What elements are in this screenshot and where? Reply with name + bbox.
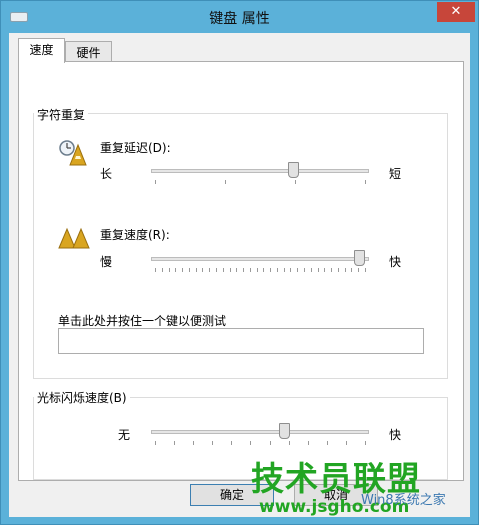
cursor-blink-slider[interactable] bbox=[151, 423, 369, 453]
repeat-rate-tick bbox=[284, 268, 285, 272]
repeat-rate-tick bbox=[331, 268, 332, 272]
test-area-label: 单击此处并按住一个键以便测试 bbox=[58, 314, 227, 328]
repeat-rate-label: 重复速度(R): bbox=[100, 228, 170, 242]
repeat-delay-slider[interactable] bbox=[151, 162, 369, 192]
close-button[interactable]: ✕ bbox=[437, 2, 475, 22]
repeat-rate-tick bbox=[202, 268, 203, 272]
repeat-rate-min-label: 慢 bbox=[100, 255, 113, 269]
repeat-rate-tick bbox=[365, 268, 366, 272]
cursor-blink-tick bbox=[308, 441, 309, 445]
repeat-delay-tick bbox=[155, 180, 156, 184]
dialog-client: 速度 硬件 字符重复 重复延迟(D): 长 短 重复速度(R): 慢 快 单击此… bbox=[9, 33, 470, 517]
repeat-rate-icon bbox=[58, 227, 90, 249]
repeat-rate-tick bbox=[270, 268, 271, 272]
repeat-rate-tick bbox=[182, 268, 183, 272]
repeat-rate-tick bbox=[358, 268, 359, 272]
cursor-blink-tick bbox=[155, 441, 156, 445]
repeat-delay-tick bbox=[365, 180, 366, 184]
watermark-overlay: Win8系统之家 bbox=[361, 493, 446, 508]
cursor-blink-max-label: 快 bbox=[389, 428, 402, 442]
character-repeat-legend: 字符重复 bbox=[34, 106, 89, 123]
repeat-rate-tick bbox=[196, 268, 197, 272]
repeat-delay-icon bbox=[59, 140, 87, 166]
repeat-rate-tick bbox=[243, 268, 244, 272]
cursor-blink-tick bbox=[193, 441, 194, 445]
tab-speed[interactable]: 速度 bbox=[18, 38, 65, 63]
cursor-blink-tick bbox=[327, 441, 328, 445]
cursor-blink-tick bbox=[250, 441, 251, 445]
tab-hardware[interactable]: 硬件 bbox=[65, 41, 112, 63]
repeat-rate-tick bbox=[297, 268, 298, 272]
repeat-delay-track[interactable] bbox=[151, 169, 369, 173]
cursor-blink-tick bbox=[174, 441, 175, 445]
repeat-delay-max-label: 短 bbox=[389, 167, 402, 181]
repeat-rate-tick bbox=[162, 268, 163, 272]
repeat-rate-tick bbox=[304, 268, 305, 272]
repeat-rate-tick bbox=[209, 268, 210, 272]
repeat-rate-tick bbox=[290, 268, 291, 272]
repeat-delay-label: 重复延迟(D): bbox=[100, 141, 171, 155]
repeat-rate-tick bbox=[257, 268, 258, 272]
repeat-rate-tick bbox=[169, 268, 170, 272]
keyboard-properties-window: 键盘 属性 ✕ 速度 硬件 字符重复 重复延迟(D): 长 短 重复速度(R):… bbox=[0, 0, 479, 525]
repeat-delay-tick bbox=[225, 180, 226, 184]
repeat-rate-tick bbox=[338, 268, 339, 272]
repeat-rate-tick bbox=[250, 268, 251, 272]
repeat-rate-slider[interactable] bbox=[151, 250, 369, 280]
repeat-rate-tick bbox=[216, 268, 217, 272]
repeat-rate-tick bbox=[324, 268, 325, 272]
repeat-rate-tick bbox=[155, 268, 156, 272]
cursor-blink-track[interactable] bbox=[151, 430, 369, 434]
repeat-rate-tick bbox=[230, 268, 231, 272]
window-title: 键盘 属性 bbox=[209, 11, 270, 27]
cursor-blink-min-label: 无 bbox=[118, 428, 131, 442]
repeat-rate-track[interactable] bbox=[151, 257, 369, 261]
repeat-rate-tick bbox=[223, 268, 224, 272]
cursor-blink-tick bbox=[231, 441, 232, 445]
repeat-delay-tick bbox=[295, 180, 296, 184]
repeat-rate-tick bbox=[318, 268, 319, 272]
repeat-rate-thumb[interactable] bbox=[354, 250, 365, 266]
repeat-rate-max-label: 快 bbox=[389, 255, 402, 269]
cursor-blink-tick bbox=[346, 441, 347, 445]
repeat-rate-tick bbox=[311, 268, 312, 272]
cursor-blink-tick bbox=[289, 441, 290, 445]
cursor-blink-tick bbox=[212, 441, 213, 445]
repeat-rate-tick bbox=[175, 268, 176, 272]
speed-tab-panel: 字符重复 重复延迟(D): 长 短 重复速度(R): 慢 快 单击此处并按住一个… bbox=[18, 61, 464, 481]
cursor-blink-legend: 光标闪烁速度(B) bbox=[34, 389, 130, 406]
repeat-rate-tick bbox=[189, 268, 190, 272]
cursor-blink-tick bbox=[270, 441, 271, 445]
repeat-rate-tick bbox=[236, 268, 237, 272]
repeat-rate-tick bbox=[345, 268, 346, 272]
cursor-blink-thumb[interactable] bbox=[279, 423, 290, 439]
repeat-delay-thumb[interactable] bbox=[288, 162, 299, 178]
repeat-rate-tick bbox=[351, 268, 352, 272]
cursor-blink-tick bbox=[365, 441, 366, 445]
repeat-rate-tick bbox=[263, 268, 264, 272]
title-bar[interactable]: 键盘 属性 ✕ bbox=[1, 1, 478, 33]
repeat-delay-min-label: 长 bbox=[100, 167, 113, 181]
repeat-test-input[interactable] bbox=[58, 328, 424, 354]
repeat-rate-tick bbox=[277, 268, 278, 272]
